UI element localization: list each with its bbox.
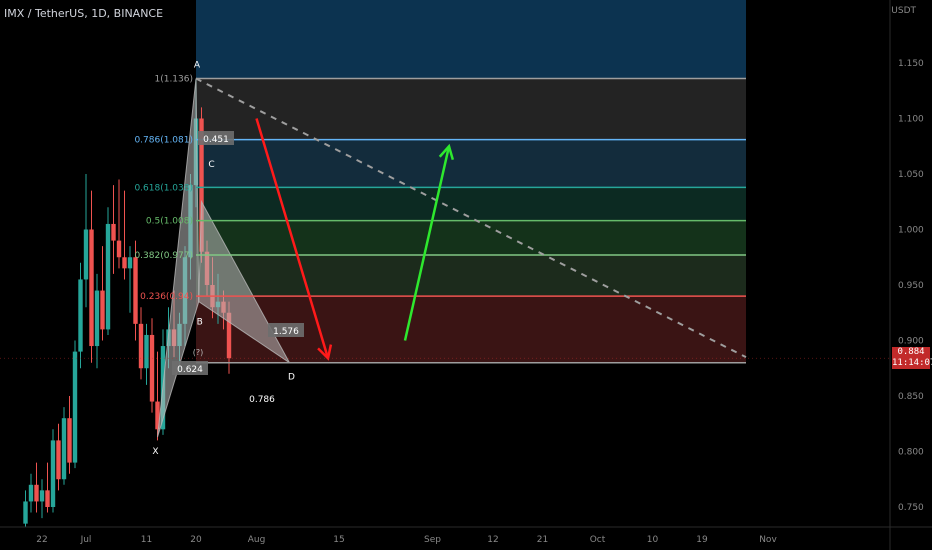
fib-zone <box>196 0 746 79</box>
ratio-text: 1.576 <box>273 327 299 337</box>
fib-zone <box>196 78 746 140</box>
candle-body <box>133 257 138 324</box>
x-tick-label: Nov <box>759 535 777 545</box>
candle-body <box>83 229 89 280</box>
candle-body <box>149 334 155 402</box>
pattern-label-c: C <box>208 160 214 170</box>
candle-body <box>122 257 127 269</box>
fib-label: 0.786(1.081) <box>134 136 193 146</box>
y-tick-label: 1.050 <box>898 170 924 180</box>
candle-body <box>116 240 122 258</box>
symbol-title: IMX / TetherUS, 1D, BINANCE <box>4 7 164 20</box>
ratio-ac: 0.451 <box>198 131 234 145</box>
candle-body <box>28 484 34 502</box>
candle-body <box>78 279 83 352</box>
y-tick-label: 0.850 <box>898 392 924 402</box>
x-tick-label: 11 <box>141 535 152 545</box>
candle-body <box>34 484 39 502</box>
candle-body <box>127 257 133 269</box>
plot-area: 1(1.136) 0.786(1.081) 0.618(1.038) 0.5(1.00… <box>23 0 747 527</box>
x-tick-label: 10 <box>647 535 659 545</box>
ratio-text: 0.624 <box>177 365 203 375</box>
current-price-badge: 0.884 <box>892 347 930 359</box>
fib-label: 0.618(1.038) <box>134 183 193 193</box>
candle-body <box>45 490 50 507</box>
ratio-bd: 1.576 <box>268 323 304 337</box>
ratio-xd: 0.786 <box>249 395 275 405</box>
x-tick-label: 15 <box>333 535 344 545</box>
candle-body <box>72 351 78 463</box>
fib-label: 1(1.136) <box>154 75 193 85</box>
ratio-text: 0.451 <box>203 135 229 145</box>
candle-body <box>61 418 67 480</box>
fib-label: 0.382(0.977) <box>134 251 193 261</box>
y-tick-label: 1.150 <box>898 59 924 69</box>
y-tick-label: 0.750 <box>898 503 924 513</box>
fib-label: 0.5(1.008) <box>146 217 193 227</box>
y-tick-label: 0.800 <box>898 448 924 458</box>
chart-canvas[interactable]: 1(1.136) 0.786(1.081) 0.618(1.038) 0.5(1.00… <box>0 0 932 550</box>
x-tick-label: 12 <box>487 535 498 545</box>
ratio-small: (?) <box>193 348 204 357</box>
x-tick-label: Sep <box>424 535 441 545</box>
candle-body <box>138 323 144 369</box>
countdown-badge: 11:14:07 <box>892 358 932 370</box>
pattern-label-x: X <box>152 447 158 457</box>
x-tick-label: Jul <box>80 535 92 545</box>
candle-body <box>111 223 116 241</box>
y-tick-label: 1.000 <box>898 226 924 236</box>
price-axis-unit: USDT <box>891 6 916 16</box>
candle-body <box>100 290 105 330</box>
fib-zone <box>196 220 746 256</box>
candle-body <box>144 334 149 369</box>
candle-body <box>39 490 45 502</box>
y-tick-label: 0.900 <box>898 337 924 347</box>
candle-body <box>23 501 28 524</box>
candle-body <box>56 440 61 480</box>
candle-body <box>89 229 94 347</box>
candle-body <box>94 290 100 347</box>
fib-label: 0.236(0.94) <box>140 292 193 302</box>
x-tick-label: 20 <box>190 535 202 545</box>
pattern-label-a: A <box>194 61 201 71</box>
fib-zone <box>196 139 746 188</box>
x-tick-label: Oct <box>590 535 606 545</box>
y-tick-label: 1.100 <box>898 115 924 125</box>
y-tick-label: 0.950 <box>898 281 924 291</box>
x-tick-label: 21 <box>537 535 548 545</box>
x-tick-label: Aug <box>248 535 266 545</box>
x-tick-label: 22 <box>36 535 47 545</box>
candle-body <box>67 418 72 463</box>
candle-body <box>105 223 111 330</box>
pattern-label-d: D <box>288 373 295 383</box>
fib-zone <box>196 255 746 297</box>
candle-body <box>50 440 56 507</box>
ratio-xb: 0.624 <box>172 361 208 375</box>
pattern-label-b: B <box>197 318 203 328</box>
x-tick-label: 19 <box>696 535 708 545</box>
